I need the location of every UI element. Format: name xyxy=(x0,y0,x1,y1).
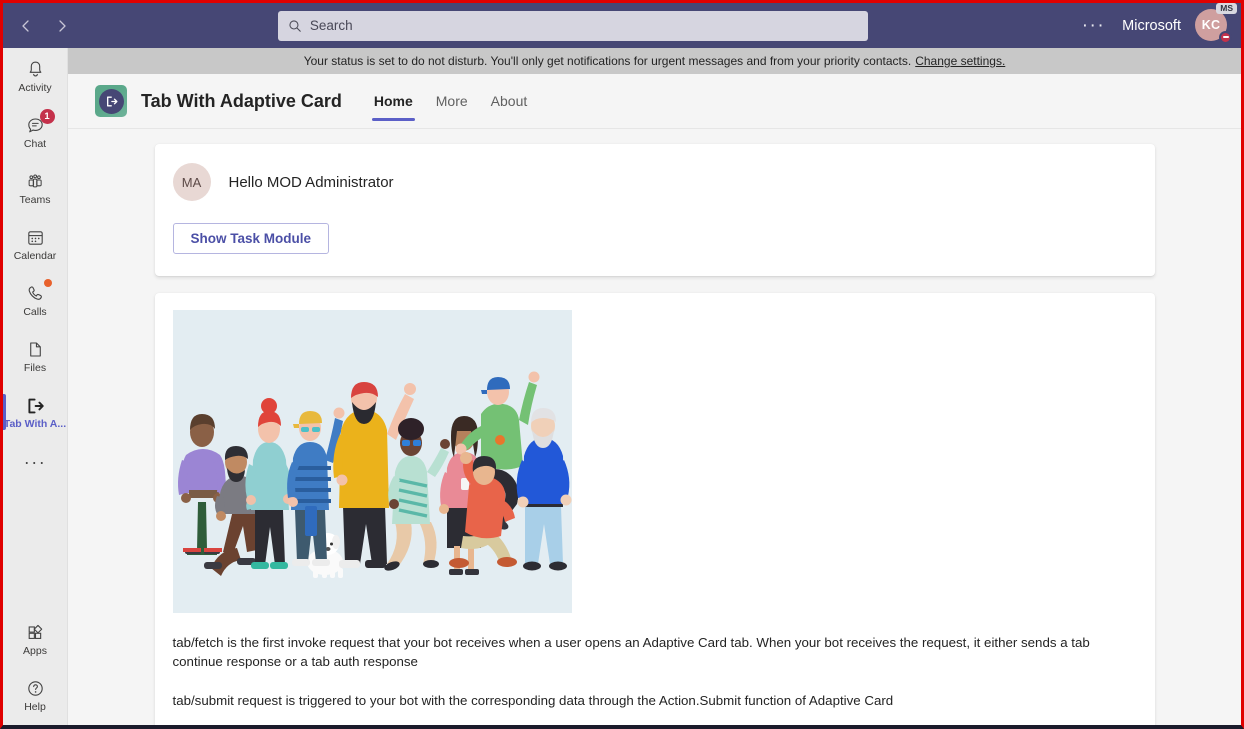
chevron-left-icon xyxy=(18,18,34,34)
paragraph-tab-submit: tab/submit request is triggered to your … xyxy=(172,693,894,708)
search-icon xyxy=(288,19,302,33)
search-placeholder: Search xyxy=(309,18,353,33)
sidebar-label-help: Help xyxy=(24,701,46,713)
chat-unread-badge: 1 xyxy=(39,109,55,124)
phone-icon xyxy=(25,279,52,305)
change-settings-link[interactable]: Change settings. xyxy=(915,54,1005,68)
show-task-module-button[interactable]: Show Task Module xyxy=(172,223,330,254)
sidebar-label-calls: Calls xyxy=(23,306,47,318)
org-name: Microsoft xyxy=(1122,17,1181,34)
help-icon xyxy=(25,677,46,700)
teams-window: Search ··· Microsoft KC MS Activity 1 Ch… xyxy=(0,0,1244,729)
paragraph-tab-fetch: tab/fetch is the first invoke request th… xyxy=(172,635,1090,669)
bell-icon xyxy=(25,58,46,81)
sidebar-label-calendar: Calendar xyxy=(13,250,57,262)
chevron-right-icon xyxy=(54,18,70,34)
user-avatar[interactable]: KC MS xyxy=(1195,3,1237,44)
content-scroll-area[interactable]: MA Hello MOD Administrator Show Task Mod… xyxy=(68,129,1241,725)
greeting-text: Hello MOD Administrator xyxy=(228,173,394,191)
navigation-arrows xyxy=(11,11,77,41)
sidebar-item-teams[interactable]: Teams xyxy=(3,160,68,216)
sidebar-item-chat[interactable]: 1 Chat xyxy=(3,104,68,160)
apps-icon xyxy=(25,621,46,644)
tab-more[interactable]: More xyxy=(426,74,478,129)
avatar-tenant-badge: MS xyxy=(1216,3,1237,14)
sidebar-label-apps: Apps xyxy=(23,645,47,657)
app-logo xyxy=(95,85,127,117)
greeting-card: MA Hello MOD Administrator Show Task Mod… xyxy=(154,144,1155,276)
status-banner: Your status is set to do not disturb. Yo… xyxy=(68,48,1241,74)
sidebar-item-activity[interactable]: Activity xyxy=(3,48,68,104)
main-content: Your status is set to do not disturb. Yo… xyxy=(68,48,1241,725)
sidebar-label-teams: Teams xyxy=(19,194,51,206)
sidebar-label-tab-with-adaptive-card: Tab With A... xyxy=(3,418,67,430)
tab-about[interactable]: About xyxy=(481,74,538,129)
sidebar-label-chat: Chat xyxy=(23,138,47,150)
sidebar-label-activity: Activity xyxy=(18,82,52,94)
sidebar-more-apps-button[interactable]: ··· xyxy=(3,440,68,484)
calendar-icon xyxy=(25,226,46,249)
calls-status-dot xyxy=(43,279,52,287)
settings-more-button[interactable]: ··· xyxy=(1079,16,1108,35)
sidebar-item-calls[interactable]: Calls xyxy=(3,272,68,328)
do-not-disturb-status-icon xyxy=(1219,30,1232,44)
app-tabs: Home More About xyxy=(364,74,537,129)
top-bar-right: ··· Microsoft KC MS xyxy=(1079,3,1237,44)
app-rail: Activity 1 Chat Teams Calendar Calls Fil… xyxy=(3,48,68,725)
group-of-people-illustration xyxy=(172,310,572,613)
search-input[interactable]: Search xyxy=(277,10,868,41)
sidebar-item-apps[interactable]: Apps xyxy=(3,611,68,667)
back-button[interactable] xyxy=(11,11,41,41)
app-header: Tab With Adaptive Card Home More About xyxy=(68,74,1241,129)
file-icon xyxy=(25,338,46,361)
tab-home[interactable]: Home xyxy=(364,74,423,129)
greeting-row: MA Hello MOD Administrator xyxy=(172,163,1137,201)
avatar: MA xyxy=(172,163,211,201)
sidebar-item-files[interactable]: Files xyxy=(3,328,68,384)
top-bar: Search ··· Microsoft KC MS xyxy=(3,3,1241,48)
sidebar-item-tab-with-adaptive-card[interactable]: Tab With A... xyxy=(3,384,68,440)
page-title: Tab With Adaptive Card xyxy=(141,90,342,111)
status-banner-text: Your status is set to do not disturb. Yo… xyxy=(303,54,912,68)
sidebar-label-files: Files xyxy=(23,362,47,374)
exit-app-icon xyxy=(24,394,46,417)
forward-button[interactable] xyxy=(47,11,77,41)
search-area: Search xyxy=(77,10,1069,41)
exit-app-icon xyxy=(98,88,124,114)
sidebar-item-help[interactable]: Help xyxy=(3,667,68,723)
adaptive-card-info: tab/fetch is the first invoke request th… xyxy=(154,293,1155,725)
chat-icon: 1 xyxy=(25,109,55,137)
teams-icon xyxy=(24,170,46,193)
sidebar-item-calendar[interactable]: Calendar xyxy=(3,216,68,272)
